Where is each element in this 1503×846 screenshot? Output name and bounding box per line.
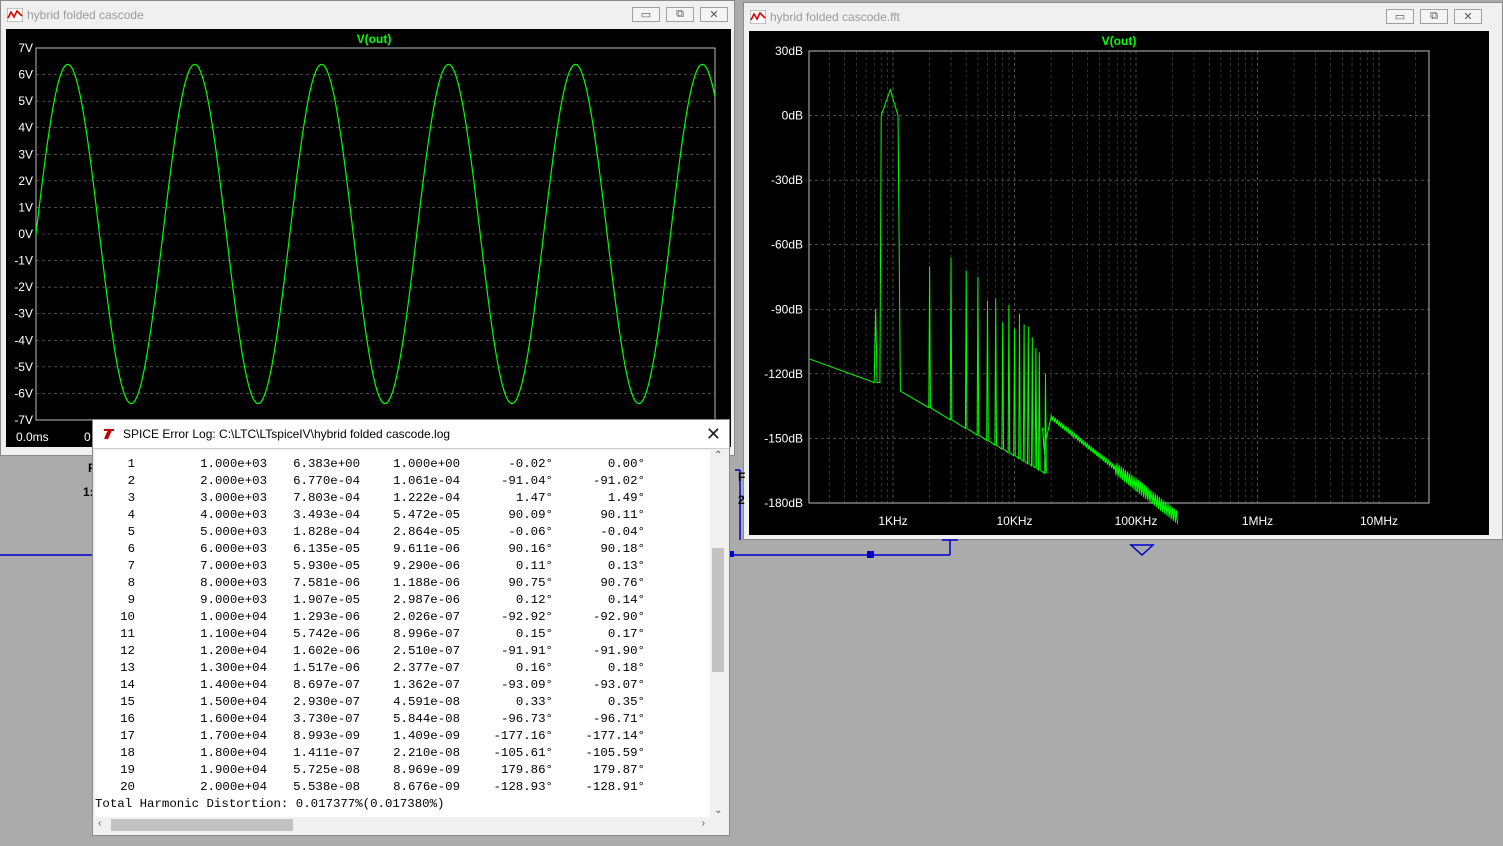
log-cell: 0.13° <box>607 559 645 573</box>
log-cell: 18 <box>120 746 135 760</box>
log-cell: 9 <box>127 593 135 607</box>
schematic-label: 2 <box>738 493 745 507</box>
log-row: 19 1.900e+04 5.725e-08 8.969e-09 179.86° 179.… <box>95 762 695 779</box>
log-row: 12 1.200e+04 1.602e-06 2.510e-07 -91.91° -91.… <box>95 643 695 660</box>
log-row: 7 7.000e+03 5.930e-05 9.290e-06 0.11° 0.13° <box>95 558 695 575</box>
log-titlebar[interactable]: SPICE Error Log: C:\LTC\LTspiceIV\hybrid… <box>93 420 729 449</box>
log-cell: 5 <box>127 525 135 539</box>
log-cell: 11 <box>120 627 135 641</box>
scroll-up-arrow-icon[interactable]: ⌃ <box>714 450 722 461</box>
log-row: 11 1.100e+04 5.742e-06 8.996e-07 0.15° 0.17° <box>95 626 695 643</box>
log-cell: 1.49° <box>607 491 645 505</box>
vertical-scroll-thumb[interactable] <box>712 548 724 672</box>
log-cell: 15 <box>120 695 135 709</box>
log-row: 16 1.600e+04 3.730e-07 5.844e-08 -96.73° -96.… <box>95 711 695 728</box>
log-cell: -177.14° <box>585 729 646 743</box>
log-cell: -128.91° <box>585 780 646 794</box>
log-cell: 0.35° <box>607 695 645 709</box>
log-window-title: SPICE Error Log: C:\LTC\LTspiceIV\hybrid… <box>123 427 451 441</box>
log-cell: -105.59° <box>585 746 646 760</box>
log-row: 4 4.000e+03 3.493e-04 5.472e-05 90.09° 90.11° <box>95 507 695 524</box>
log-cell: -91.90° <box>592 644 645 658</box>
log-cell: 90.76° <box>600 576 645 590</box>
log-row: 15 1.500e+04 2.930e-07 4.591e-08 0.33° 0.35° <box>95 694 695 711</box>
log-cell: 13 <box>120 661 135 675</box>
scroll-down-arrow-icon[interactable]: ⌄ <box>714 805 722 816</box>
log-text-area[interactable]: 1 1.000e+03 6.383e+00 1.000e+00 -0.02° 0.00° 2… <box>95 450 713 818</box>
log-cell: 17 <box>120 729 135 743</box>
close-icon[interactable]: ✕ <box>706 424 721 445</box>
log-cell: 10 <box>120 610 135 624</box>
log-cell: 20 <box>120 780 135 794</box>
log-cell: 0.18° <box>607 661 645 675</box>
log-row: 5 5.000e+03 1.828e-04 2.864e-05 -0.06° -0.04° <box>95 524 695 541</box>
log-cell: -91.02° <box>592 474 645 488</box>
log-cell: -92.90° <box>592 610 645 624</box>
scroll-left-arrow-icon[interactable]: ‹ <box>98 818 101 829</box>
log-cell: -93.07° <box>592 678 645 692</box>
horizontal-scrollbar[interactable]: ‹ › <box>95 817 709 833</box>
scroll-right-arrow-icon[interactable]: › <box>702 818 705 829</box>
log-row: 18 1.800e+04 1.411e-07 2.210e-08 -105.61° -10… <box>95 745 695 762</box>
log-cell: 8 <box>127 576 135 590</box>
log-cell: 12 <box>120 644 135 658</box>
vertical-scrollbar[interactable]: ⌃ ⌄ <box>710 450 726 818</box>
log-cell: 1 <box>127 457 135 471</box>
ltspice-logo-icon <box>104 429 114 440</box>
log-row: 10 1.000e+04 1.293e-06 2.026e-07 -92.92° -92.… <box>95 609 695 626</box>
log-row: 8 8.000e+03 7.581e-06 1.188e-06 90.75° 90.76° <box>95 575 695 592</box>
log-row: 14 1.400e+04 8.697e-07 1.362e-07 -93.09° -93.… <box>95 677 695 694</box>
log-row: 17 1.700e+04 8.993e-09 1.409e-09 -177.16° -17… <box>95 728 695 745</box>
log-cell: 16 <box>120 712 135 726</box>
log-cell: 90.11° <box>600 508 645 522</box>
log-cell: 0.14° <box>607 593 645 607</box>
log-cell: 3 <box>127 491 135 505</box>
log-cell: 14 <box>120 678 135 692</box>
log-cell: 7 <box>127 559 135 573</box>
horizontal-scroll-thumb[interactable] <box>111 819 293 831</box>
log-row: 9 9.000e+03 1.907e-05 2.987e-06 0.12° 0.14° <box>95 592 695 609</box>
log-row: 20 2.000e+04 5.538e-08 8.676e-09 -128.93° -12… <box>95 779 695 796</box>
log-cell: 0.17° <box>607 627 645 641</box>
log-cell: 0.00° <box>607 457 645 471</box>
log-row: 2 2.000e+03 6.770e-04 1.061e-04 -91.04° -91.0… <box>95 473 695 490</box>
log-cell: 19 <box>120 763 135 777</box>
log-row: 13 1.300e+04 1.517e-06 2.377e-07 0.16° 0.18° <box>95 660 695 677</box>
log-row: 3 3.000e+03 7.803e-04 1.222e-04 1.47° 1.49° <box>95 490 695 507</box>
log-cell: 179.87° <box>592 763 645 777</box>
log-cell: 6 <box>127 542 135 556</box>
log-cell: -96.71° <box>592 712 645 726</box>
log-row: 1 1.000e+03 6.383e+00 1.000e+00 -0.02° 0.00° <box>95 456 695 473</box>
log-cell: 2 <box>127 474 135 488</box>
spice-log-window[interactable]: SPICE Error Log: C:\LTC\LTspiceIV\hybrid… <box>92 419 730 836</box>
thd-summary: Total Harmonic Distortion: 0.017377%(0.0… <box>95 797 445 811</box>
log-cell: 90.18° <box>600 542 645 556</box>
log-cell: 4 <box>127 508 135 522</box>
log-row: 6 6.000e+03 6.135e-05 9.611e-06 90.16° 90.18° <box>95 541 695 558</box>
log-cell: -0.04° <box>600 525 645 539</box>
schematic-label: F <box>738 470 746 484</box>
